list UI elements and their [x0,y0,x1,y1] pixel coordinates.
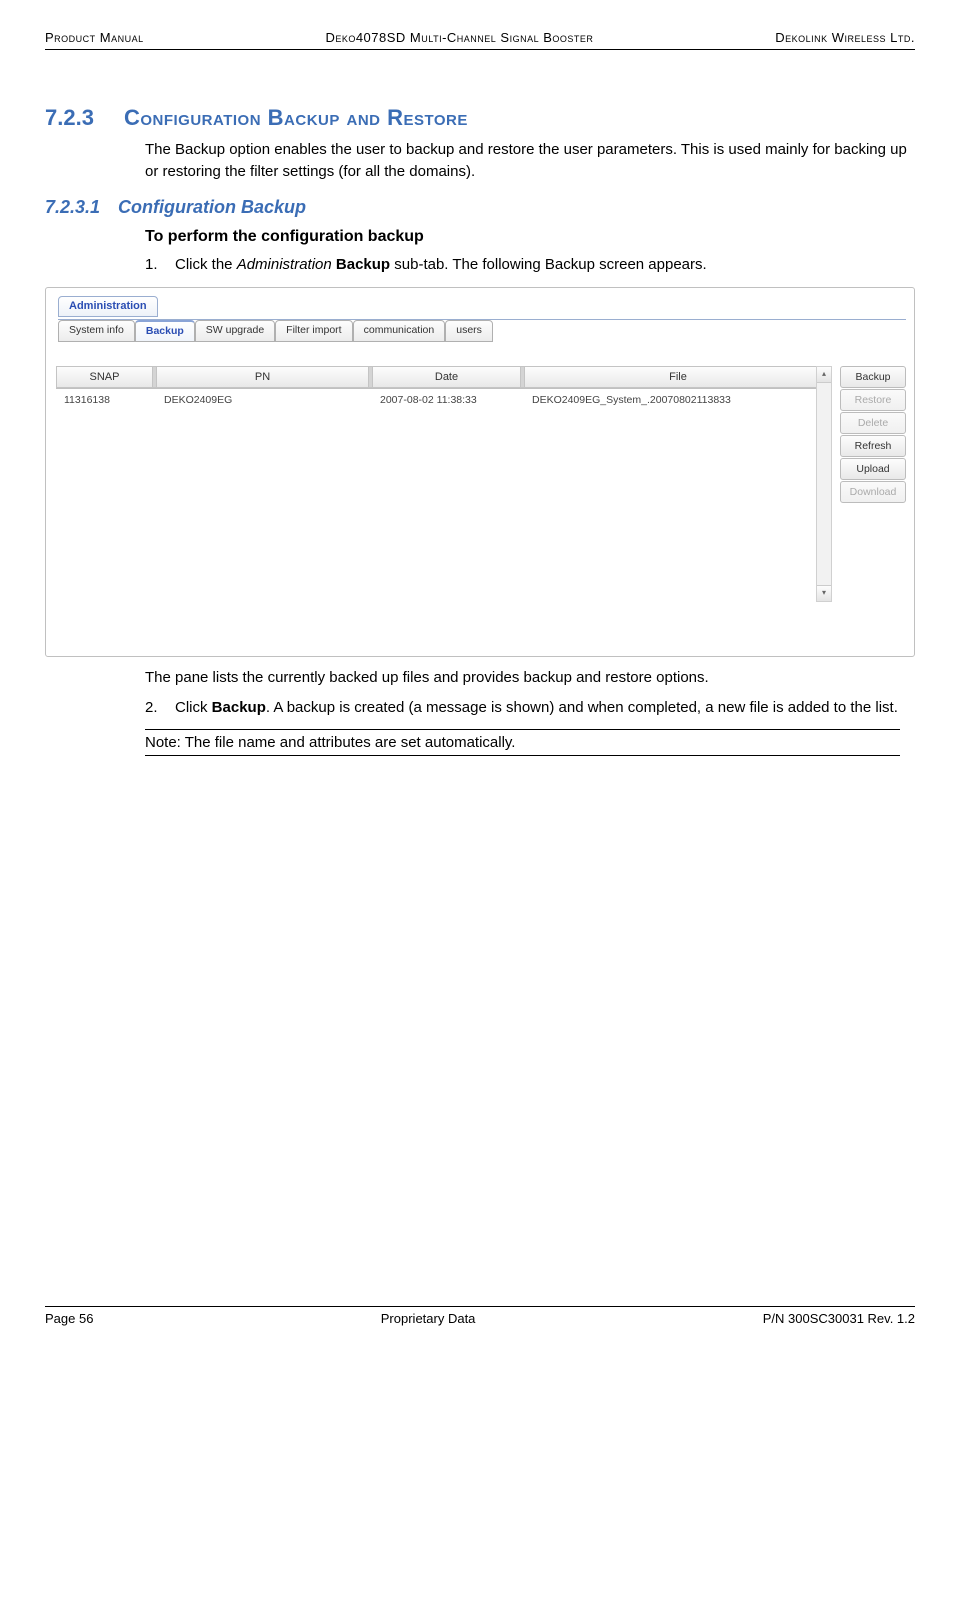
header-right: Dekolink Wireless Ltd. [775,30,915,45]
step-2-bold: Backup [212,699,266,716]
cell-file: DEKO2409EG_System_.20070802113833 [524,392,832,408]
footer-left: Page 56 [45,1311,93,1326]
step-2-text: Click Backup. A backup is created (a mes… [175,697,898,719]
page-header: Product Manual Deko4078SD Multi-Channel … [45,30,915,50]
step-1-bold: Backup [336,256,390,273]
procedure-heading: To perform the configuration backup [145,228,915,246]
note-block: Note: The file name and attributes are s… [145,729,900,756]
vertical-scrollbar[interactable]: ▴ ▾ [816,366,832,602]
subtab-backup[interactable]: Backup [135,320,195,342]
header-center: Deko4078SD Multi-Channel Signal Booster [325,30,593,45]
subtab-users[interactable]: users [445,320,493,342]
download-button[interactable]: Download [840,481,906,503]
subtab-communication[interactable]: communication [353,320,446,342]
cell-date: 2007-08-02 11:38:33 [372,392,520,408]
restore-button[interactable]: Restore [840,389,906,411]
scroll-up-icon[interactable]: ▴ [817,367,831,383]
step-1: 1. Click the Administration Backup sub-t… [145,254,915,276]
footer-center: Proprietary Data [381,1311,476,1326]
col-pn[interactable]: PN [156,366,368,388]
table-header-row: SNAP PN Date File [56,366,832,389]
delete-button[interactable]: Delete [840,412,906,434]
embedded-screenshot: Administration System info Backup SW upg… [45,287,915,657]
step-1-prefix: Click the [175,256,237,273]
subsection-number: 7.2.3.1 [45,197,100,218]
subtab-filter-import[interactable]: Filter import [275,320,352,342]
col-file[interactable]: File [524,366,832,388]
table-row[interactable]: 11316138 DEKO2409EG 2007-08-02 11:38:33 … [56,389,832,411]
step-1-suffix: sub-tab. The following Backup screen app… [390,256,707,273]
step-2-suffix: . A backup is created (a message is show… [266,699,898,716]
scroll-down-icon[interactable]: ▾ [817,585,831,601]
section-title: Configuration Backup and Restore [124,105,468,131]
step-1-text: Click the Administration Backup sub-tab.… [175,254,707,276]
tab-administration[interactable]: Administration [58,296,158,317]
col-snap[interactable]: SNAP [56,366,152,388]
step-2: 2. Click Backup. A backup is created (a … [145,697,915,719]
step-2-number: 2. [145,697,163,719]
backup-button[interactable]: Backup [840,366,906,388]
subtab-bar: System info Backup SW upgrade Filter imp… [58,319,906,342]
subsection-title: Configuration Backup [118,197,306,218]
section-intro: The Backup option enables the user to ba… [145,139,915,183]
subtab-system-info[interactable]: System info [58,320,135,342]
step-1-number: 1. [145,254,163,276]
section-number: 7.2.3 [45,105,94,131]
step-2-prefix: Click [175,699,212,716]
upload-button[interactable]: Upload [840,458,906,480]
header-left: Product Manual [45,30,144,45]
subtab-sw-upgrade[interactable]: SW upgrade [195,320,275,342]
step-1-italic: Administration [237,256,336,273]
action-button-column: Backup Restore Delete Refresh Upload Dow… [840,366,906,503]
footer-right: P/N 300SC30031 Rev. 1.2 [763,1311,915,1326]
backup-table: SNAP PN Date File 11316138 DEKO2409EG 20… [56,366,832,602]
cell-pn: DEKO2409EG [156,392,368,408]
after-image-text: The pane lists the currently backed up f… [145,667,915,689]
cell-snap: 11316138 [56,392,152,408]
col-date[interactable]: Date [372,366,520,388]
refresh-button[interactable]: Refresh [840,435,906,457]
page-footer: Page 56 Proprietary Data P/N 300SC30031 … [45,1306,915,1326]
